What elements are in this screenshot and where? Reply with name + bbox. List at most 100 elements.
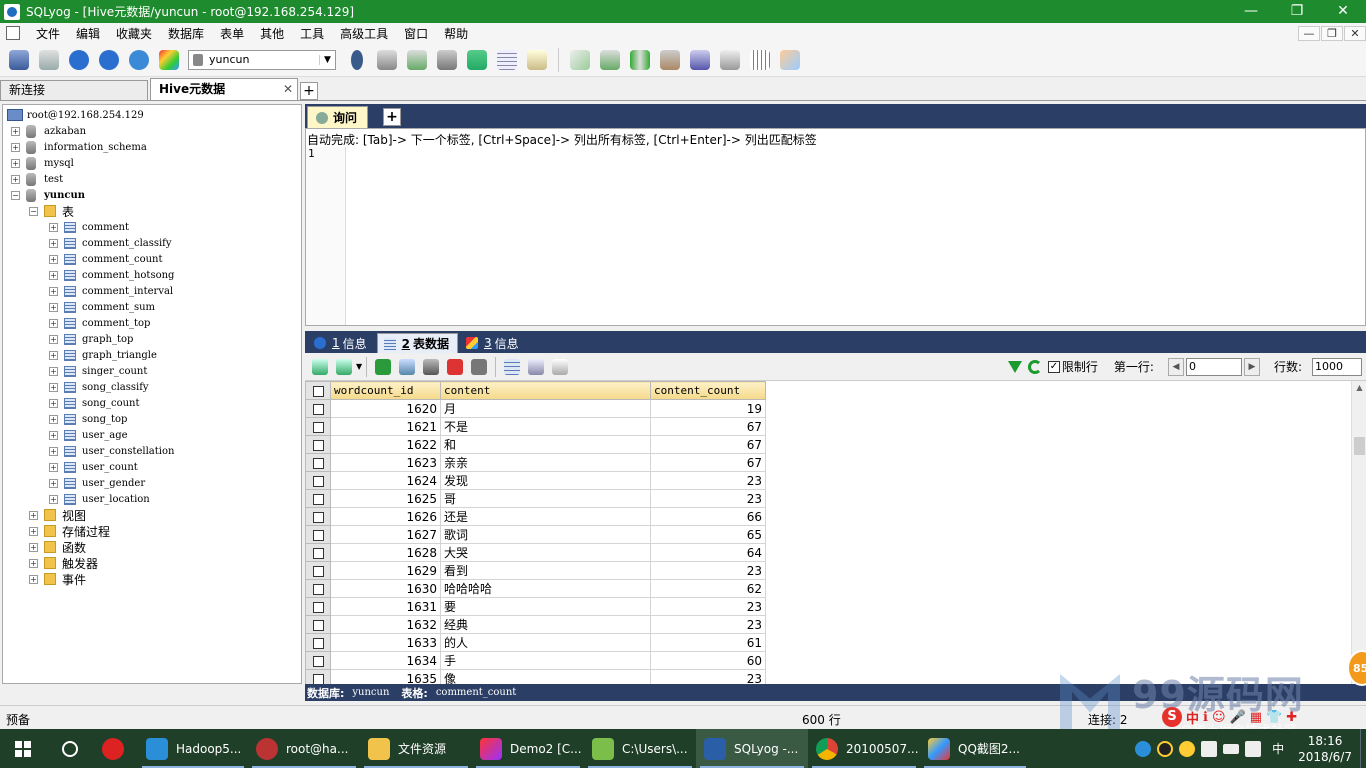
count-cell[interactable]: 60 (650, 651, 766, 670)
sogou-icon[interactable]: S (1162, 707, 1182, 727)
count-cell[interactable]: 67 (650, 417, 766, 436)
tree-folder-procedures[interactable]: + 存储过程 (29, 523, 110, 539)
duplicate-row-button[interactable] (397, 357, 417, 377)
collapse-icon[interactable]: − (11, 190, 20, 200)
table-row[interactable]: 1631 要 23 (305, 597, 766, 616)
table-row[interactable]: 1620 月 19 (305, 399, 766, 418)
taskbar-app-intellij[interactable]: Demo2 [C... (472, 729, 584, 768)
count-cell[interactable]: 23 (650, 597, 766, 616)
expand-icon[interactable]: + (49, 414, 58, 424)
content-cell[interactable]: 手 (440, 651, 651, 670)
rows-input[interactable]: 1000 (1312, 357, 1362, 376)
column-header[interactable]: content (440, 381, 651, 400)
tab-hive-metadata[interactable]: Hive元数据 ✕ (150, 78, 298, 100)
cancel-changes-button[interactable] (469, 357, 489, 377)
row-checkbox[interactable] (305, 399, 331, 418)
count-cell[interactable]: 64 (650, 543, 766, 562)
column-header[interactable]: content_count (650, 381, 766, 400)
restore-button[interactable] (597, 47, 623, 73)
id-cell[interactable]: 1620 (330, 399, 441, 418)
help-icon[interactable] (1135, 740, 1152, 757)
expand-icon[interactable]: + (49, 446, 58, 456)
tab-query[interactable]: 询问 (307, 106, 369, 128)
expand-icon[interactable]: + (29, 510, 38, 520)
tab-new-connection[interactable]: 新连接 (0, 80, 148, 100)
tree-table-user-constellation[interactable]: + user_constellation (49, 443, 174, 459)
row-checkbox[interactable] (305, 471, 331, 490)
row-checkbox[interactable] (305, 489, 331, 508)
id-cell[interactable]: 1625 (330, 489, 441, 508)
refresh-icon[interactable] (1027, 359, 1042, 374)
delete-row-button[interactable] (445, 357, 465, 377)
taskbar-app-paint[interactable]: QQ截图2... (920, 729, 1030, 768)
execute-query-button[interactable] (66, 47, 92, 73)
schema-sync-button[interactable] (777, 47, 803, 73)
ime-tools[interactable]: ✚ (1286, 710, 1297, 725)
close-button[interactable]: ✕ (1320, 0, 1366, 23)
expand-icon[interactable]: + (29, 542, 38, 552)
next-page-button[interactable]: ▶ (1243, 357, 1260, 376)
id-cell[interactable]: 1629 (330, 561, 441, 580)
user-manager-button[interactable] (344, 47, 370, 73)
expand-icon[interactable]: + (49, 430, 58, 440)
import-button[interactable] (404, 47, 430, 73)
taskbar-app-hadoop[interactable]: Hadoop5... (138, 729, 248, 768)
text-view-button[interactable] (550, 357, 570, 377)
sync-button[interactable] (464, 47, 490, 73)
minimize-button[interactable]: — (1228, 0, 1274, 23)
ime-punct[interactable]: ℹ (1203, 710, 1208, 725)
id-cell[interactable]: 1634 (330, 651, 441, 670)
create-database-button[interactable] (374, 47, 400, 73)
tree-db-mysql[interactable]: + mysql (11, 155, 74, 171)
expand-icon[interactable]: + (49, 478, 58, 488)
taskbar-app-sqlyog[interactable]: SQLyog -... (696, 729, 808, 768)
taskbar-app-notepad[interactable]: C:\Users\... (584, 729, 696, 768)
count-cell[interactable]: 67 (650, 435, 766, 454)
export-button[interactable] (717, 47, 743, 73)
sql-formatter-button[interactable] (687, 47, 713, 73)
ime-keyboard[interactable]: ▦ (1250, 710, 1262, 725)
insert-row-button[interactable] (310, 357, 330, 377)
table-row[interactable]: 1633 的人 61 (305, 633, 766, 652)
row-checkbox[interactable] (305, 525, 331, 544)
tree-table-comment-hotsong[interactable]: + comment_hotsong (49, 267, 174, 283)
table-row[interactable]: 1627 歌词 65 (305, 525, 766, 544)
tree-folder-events[interactable]: + 事件 (29, 571, 86, 587)
battery-icon[interactable] (1223, 743, 1240, 754)
expand-icon[interactable]: + (49, 222, 58, 232)
tree-db-information-schema[interactable]: + information_schema (11, 139, 147, 155)
backup-button[interactable] (567, 47, 593, 73)
form-view-button[interactable] (526, 357, 546, 377)
tree-db-test[interactable]: + test (11, 171, 63, 187)
id-cell[interactable]: 1632 (330, 615, 441, 634)
expand-icon[interactable]: + (49, 286, 58, 296)
count-cell[interactable]: 23 (650, 615, 766, 634)
count-cell[interactable]: 66 (650, 507, 766, 526)
id-cell[interactable]: 1626 (330, 507, 441, 526)
expand-icon[interactable]: + (49, 318, 58, 328)
vertical-scrollbar[interactable]: ▲ (1351, 381, 1366, 684)
count-cell[interactable]: 67 (650, 453, 766, 472)
tree-folder-views[interactable]: + 视图 (29, 507, 86, 523)
table-row[interactable]: 1632 经典 23 (305, 615, 766, 634)
tree-table-graph-top[interactable]: + graph_top (49, 331, 133, 347)
expand-icon[interactable]: + (49, 494, 58, 504)
expand-icon[interactable]: + (49, 366, 58, 376)
mdi-close-button[interactable]: ✕ (1344, 25, 1366, 41)
tree-folder-functions[interactable]: + 函数 (29, 539, 86, 555)
ime-indicator[interactable]: 中 (1272, 740, 1284, 757)
row-checkbox[interactable] (305, 561, 331, 580)
limit-rows-checkbox[interactable]: ✓ (1047, 360, 1060, 373)
search-button[interactable] (46, 729, 94, 768)
content-cell[interactable]: 经典 (440, 615, 651, 634)
row-checkbox[interactable] (305, 507, 331, 526)
tab-close-button[interactable]: ✕ (283, 79, 293, 100)
content-cell[interactable]: 看到 (440, 561, 651, 580)
content-cell[interactable]: 歌词 (440, 525, 651, 544)
id-cell[interactable]: 1627 (330, 525, 441, 544)
document-icon[interactable] (6, 26, 20, 40)
copy-database-button[interactable] (434, 47, 460, 73)
expand-icon[interactable]: + (49, 254, 58, 264)
id-cell[interactable]: 1621 (330, 417, 441, 436)
count-cell[interactable]: 23 (650, 669, 766, 684)
